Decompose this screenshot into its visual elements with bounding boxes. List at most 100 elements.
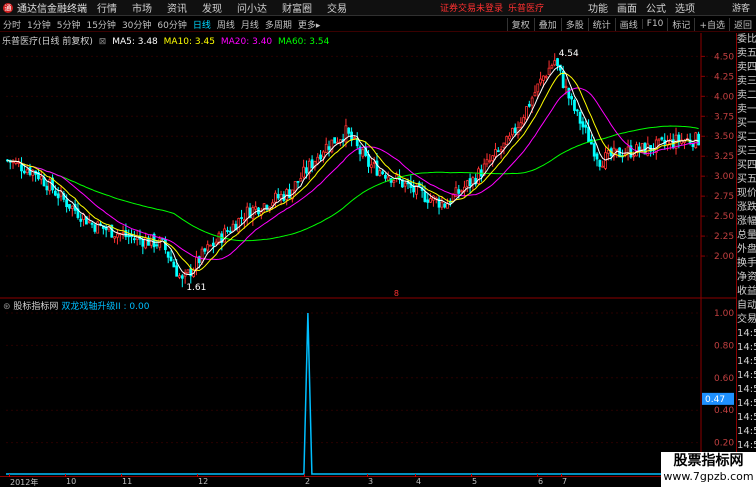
side-panel-item[interactable]: 换手 — [737, 257, 756, 271]
candle-body[interactable] — [353, 137, 356, 139]
side-panel-item[interactable]: 净资 — [737, 271, 756, 285]
candle-body[interactable] — [426, 199, 430, 203]
candle-body[interactable] — [132, 238, 136, 241]
candle-body[interactable] — [296, 180, 300, 183]
menu-assistant[interactable]: 问小达 — [237, 0, 267, 15]
candle-body[interactable] — [178, 275, 181, 278]
candle-body[interactable] — [575, 109, 579, 112]
candle-body[interactable] — [327, 146, 331, 150]
candle-body[interactable] — [471, 177, 475, 185]
period-intraday[interactable]: 分时 — [0, 18, 24, 31]
candle-body[interactable] — [302, 166, 306, 178]
side-panel-item[interactable]: 卖二 — [737, 89, 756, 103]
period-more[interactable]: 更多▸ — [295, 18, 324, 31]
candle-body[interactable] — [460, 190, 464, 193]
menu-market[interactable]: 行情 — [97, 0, 117, 15]
candle-body[interactable] — [39, 175, 43, 180]
side-panel-item[interactable]: 买三 — [737, 145, 756, 159]
candle-body[interactable] — [172, 261, 176, 268]
chart-area[interactable]: 4.50 4.25 4.00 3.75 3.50 3.25 3.00 2.75 2.50 2.25… — [0, 33, 736, 476]
candle-body[interactable] — [217, 232, 221, 244]
user-label[interactable]: 游客 — [732, 1, 750, 14]
candle-body[interactable] — [513, 127, 517, 134]
candle-body[interactable] — [530, 97, 534, 106]
candle-body[interactable] — [372, 161, 376, 165]
side-panel-item[interactable]: 买一 — [737, 117, 756, 131]
candle-body[interactable] — [606, 149, 610, 154]
candle-body[interactable] — [556, 58, 559, 67]
tool-overlay[interactable]: 叠加 — [533, 17, 561, 31]
candle-body[interactable] — [319, 154, 322, 160]
candle-body[interactable] — [206, 244, 210, 251]
menu-news[interactable]: 资讯 — [167, 0, 187, 15]
candle-body[interactable] — [116, 233, 119, 238]
candle-body[interactable] — [384, 174, 387, 179]
candle-body[interactable] — [369, 164, 373, 168]
candle-body[interactable] — [237, 217, 241, 233]
period-60min[interactable]: 60分钟 — [154, 18, 189, 31]
candle-body[interactable] — [539, 78, 542, 84]
candle-body[interactable] — [465, 180, 469, 187]
side-panel-item[interactable]: 卖一 — [737, 103, 756, 117]
candle-body[interactable] — [564, 85, 568, 88]
side-panel-item[interactable]: 买五 — [737, 173, 756, 187]
candle-body[interactable] — [660, 137, 664, 140]
candle-body[interactable] — [496, 150, 500, 153]
side-panel-item[interactable]: 卖四 — [737, 61, 756, 75]
menu-market-list[interactable]: 市场 — [132, 0, 152, 15]
period-30min[interactable]: 30分钟 — [119, 18, 154, 31]
side-panel-item[interactable]: 14:50 — [737, 411, 756, 425]
candle-body[interactable] — [367, 154, 370, 167]
indicator-settings-icon[interactable]: ⊛ — [3, 302, 11, 312]
candle-body[interactable] — [214, 241, 218, 245]
candle-body[interactable] — [657, 138, 661, 141]
menu-function[interactable]: 功能 — [588, 0, 608, 15]
tool-stats[interactable]: 统计 — [587, 17, 615, 31]
candle-body[interactable] — [381, 171, 385, 175]
side-panel-item[interactable]: 14:50 — [737, 383, 756, 397]
menu-wealth[interactable]: 财富圈 — [282, 0, 312, 15]
candle-body[interactable] — [316, 156, 320, 164]
side-panel-item[interactable]: 涨跌 — [737, 201, 756, 215]
event-marker[interactable]: 8 — [394, 289, 399, 298]
period-monthly[interactable]: 月线 — [238, 18, 262, 31]
period-multi[interactable]: 多周期 — [262, 18, 295, 31]
candle-body[interactable] — [533, 92, 537, 97]
menu-screen[interactable]: 画面 — [617, 0, 637, 15]
menu-trade[interactable]: 交易 — [327, 0, 347, 15]
candle-body[interactable] — [508, 135, 511, 140]
candle-body[interactable] — [333, 137, 337, 144]
side-panel-item[interactable]: 14:50 — [737, 327, 756, 341]
candle-body[interactable] — [155, 244, 159, 247]
candle-body[interactable] — [392, 180, 396, 183]
candle-body[interactable] — [305, 167, 308, 174]
side-panel-item[interactable]: 14:50 — [737, 397, 756, 411]
candle-body[interactable] — [158, 238, 162, 248]
candle-body[interactable] — [149, 234, 153, 246]
candle-body[interactable] — [592, 143, 596, 157]
candle-body[interactable] — [386, 176, 390, 181]
login-status[interactable]: 证券交易未登录 — [440, 1, 503, 14]
candle-body[interactable] — [584, 124, 588, 128]
menu-options[interactable]: 选项 — [675, 0, 695, 15]
candle-body[interactable] — [310, 159, 314, 169]
tool-multi-stock[interactable]: 多股 — [560, 17, 588, 31]
side-panel-item[interactable]: 现价 — [737, 187, 756, 201]
candle-body[interactable] — [321, 151, 325, 158]
side-panel-item[interactable]: 总量 — [737, 229, 756, 243]
candle-body[interactable] — [226, 230, 229, 232]
candle-body[interactable] — [254, 206, 258, 210]
candle-body[interactable] — [87, 220, 91, 223]
candle-body[interactable] — [403, 182, 407, 187]
candle-body[interactable] — [477, 168, 480, 185]
menu-formula[interactable]: 公式 — [646, 0, 666, 15]
candle-body[interactable] — [48, 179, 52, 192]
period-weekly[interactable]: 周线 — [214, 18, 238, 31]
candle-body[interactable] — [443, 203, 447, 208]
candle-body[interactable] — [285, 189, 289, 200]
candle-body[interactable] — [423, 191, 427, 202]
candle-body[interactable] — [293, 181, 297, 192]
candle-body[interactable] — [53, 190, 57, 196]
candle-body[interactable] — [553, 60, 557, 66]
candle-body[interactable] — [336, 141, 339, 144]
